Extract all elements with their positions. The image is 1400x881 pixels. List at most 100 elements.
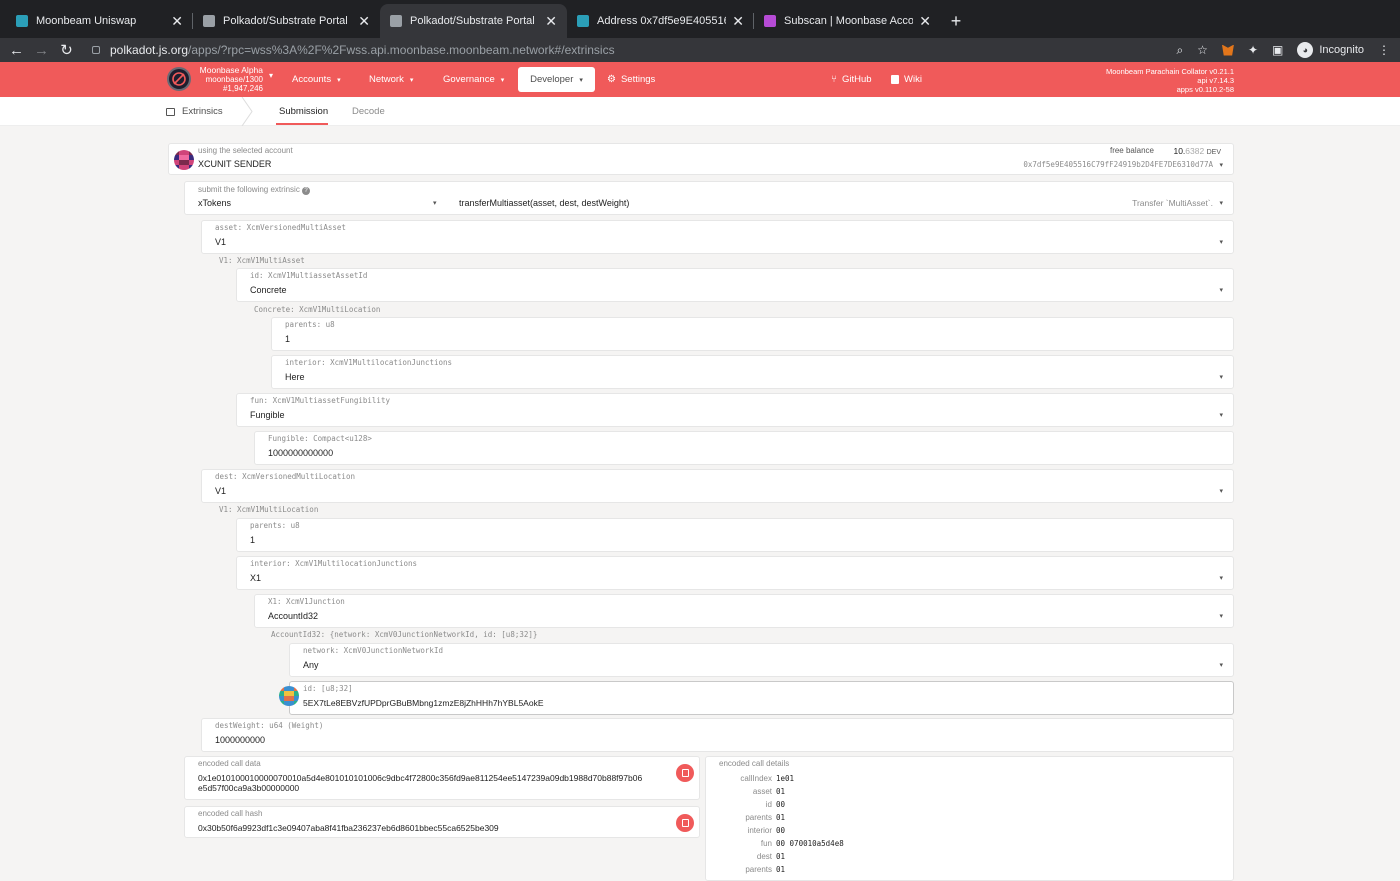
free-balance-value: 10.6382 DEV: [1173, 146, 1221, 156]
browser-tab-polkadot-portal-active[interactable]: Polkadot/Substrate Portal ✕: [380, 4, 567, 38]
account-selector[interactable]: using the selected account XCUNIT SENDER…: [168, 143, 1234, 175]
back-button[interactable]: ←: [4, 42, 29, 59]
metamask-fox-icon[interactable]: [1221, 44, 1234, 56]
balance-int: 10.: [1173, 146, 1186, 156]
pallet-dropdown[interactable]: xTokens: [198, 198, 231, 208]
field-value: 5EX7tLe8EBVzfUPDprGBuBMbng1zmzE8jZhHHh7h…: [303, 698, 544, 708]
account-name: XCUNIT SENDER: [198, 159, 272, 169]
new-tab-button[interactable]: +: [941, 4, 971, 38]
encoded-call-hash: encoded call hash 0x30b50f6a9923df1c3e09…: [184, 806, 700, 838]
detail-value: 01: [776, 865, 786, 874]
chain-selector[interactable]: Moonbase Alpha moonbase/1300 ▾ #1,947,24…: [199, 66, 273, 94]
interior-dropdown[interactable]: interior: XcmV1MultilocationJunctions He…: [271, 355, 1234, 389]
incognito-label: Incognito: [1319, 44, 1364, 56]
field-label: Fungible: Compact<u128>: [268, 434, 372, 443]
field-value: Here: [285, 372, 305, 382]
section-label: AccountId32: {network: XcmV0JunctionNetw…: [271, 630, 538, 639]
chain-spec: moonbase/1300 ▾: [205, 71, 273, 84]
link-wiki[interactable]: Wiki: [891, 62, 922, 97]
more-menu-icon[interactable]: ⋮: [1378, 43, 1390, 57]
moonbeam-favicon-icon: [16, 15, 28, 27]
copy-call-data-button[interactable]: [676, 764, 694, 782]
x1-junction-dropdown[interactable]: X1: XcmV1Junction AccountId32 ▾: [254, 594, 1234, 628]
close-tab-icon[interactable]: ✕: [732, 13, 744, 30]
menu-label: Wiki: [904, 74, 922, 85]
help-icon[interactable]: ?: [302, 187, 311, 195]
address-bar[interactable]: polkadot.js.org /apps/?rpc=wss%3A%2F%2Fw…: [86, 38, 1208, 62]
menu-network[interactable]: Network ▾: [369, 62, 413, 97]
bookmark-star-icon[interactable]: ☆: [1197, 43, 1208, 57]
dest-weight-input[interactable]: destWeight: u64 (Weight) 1000000000: [201, 718, 1234, 752]
settings-gear-icon: ⚙: [607, 74, 616, 85]
fun-dropdown[interactable]: fun: XcmV1MultiassetFungibility Fungible…: [236, 393, 1234, 427]
extrinsics-box-icon: [166, 107, 175, 116]
side-panel-icon[interactable]: ▣: [1272, 43, 1283, 57]
menu-label: Accounts: [292, 74, 332, 85]
close-tab-icon[interactable]: ✕: [358, 13, 370, 30]
network-dropdown[interactable]: network: XcmV0JunctionNetworkId Any ▾: [289, 643, 1234, 677]
menu-settings[interactable]: ⚙ Settings: [607, 62, 655, 97]
forward-button[interactable]: →: [29, 42, 54, 59]
field-label: destWeight: u64 (Weight): [215, 721, 324, 730]
github-fork-icon: ⑂: [831, 74, 837, 85]
polkadot-favicon-icon: [390, 15, 402, 27]
field-value: 1000000000: [215, 735, 266, 745]
link-github[interactable]: ⑂ GitHub: [831, 62, 872, 97]
free-balance-label: free balance: [1109, 146, 1154, 155]
field-value: Concrete: [250, 285, 287, 295]
method-dropdown[interactable]: transferMultiasset(asset, dest, destWeig…: [459, 198, 629, 208]
field-value: 1000000000000: [268, 448, 334, 458]
close-tab-icon[interactable]: ✕: [919, 13, 931, 30]
call-detail-row: fun 00 070010a5d4e8: [710, 839, 844, 848]
call-detail-row: callIndex 1e01: [710, 774, 794, 783]
search-icon[interactable]: ⌕: [1176, 43, 1183, 58]
close-tab-icon[interactable]: ✕: [171, 13, 183, 30]
copy-icon: [681, 769, 689, 777]
app-header: Moonbase Alpha moonbase/1300 ▾ #1,947,24…: [0, 62, 1400, 97]
chevron-down-icon: ▾: [1219, 575, 1223, 582]
reload-button[interactable]: ↻: [54, 41, 79, 59]
parents-input[interactable]: parents: u8 1: [271, 317, 1234, 351]
account-address: 0x7df5e9E405516C79fF24919b2D4FE7DE6310d7…: [1023, 160, 1213, 169]
menu-label: Developer: [530, 74, 574, 85]
encoded-call-details: encoded call details callIndex 1e01 asset…: [705, 756, 1234, 881]
encoded-call-hash-label: encoded call hash: [198, 809, 263, 818]
tab-decode[interactable]: Decode: [352, 97, 385, 126]
field-label: interior: XcmV1MultilocationJunctions: [250, 559, 418, 568]
call-detail-row: interior 00: [710, 826, 785, 835]
detail-key: callIndex: [740, 774, 772, 783]
extensions-puzzle-icon[interactable]: ✦: [1248, 43, 1258, 57]
menu-developer[interactable]: Developer ▾: [518, 67, 595, 92]
field-value: 1: [285, 334, 291, 344]
toolbar-icons: ⌕ ☆ ✦ ▣ ◕ Incognito ⋮: [1176, 38, 1390, 62]
tab-title: Subscan | Moonbase Account I: [784, 15, 914, 27]
browser-tab-moonbeam-uniswap[interactable]: Moonbeam Uniswap ✕: [6, 4, 193, 38]
asset-id-dropdown[interactable]: id: XcmV1MultiassetAssetId Concrete ▾: [236, 268, 1234, 302]
tab-title: Polkadot/Substrate Portal: [223, 15, 348, 27]
copy-call-hash-button[interactable]: [676, 814, 694, 832]
browser-tab-address[interactable]: Address 0x7df5e9E405516C7 ✕: [567, 4, 754, 38]
call-detail-row: dest 01: [710, 852, 785, 861]
browser-tab-subscan[interactable]: Subscan | Moonbase Account I ✕: [754, 4, 941, 38]
detail-key: asset: [752, 787, 772, 796]
dest-parents-input[interactable]: parents: u8 1: [236, 518, 1234, 552]
account-id-input[interactable]: id: [u8;32] 5EX7tLe8EBVzfUPDprGBuBMbng1z…: [289, 681, 1234, 715]
call-detail-row: id 00: [710, 800, 785, 809]
chain-logo-icon[interactable]: [167, 67, 191, 91]
menu-governance[interactable]: Governance ▾: [443, 62, 504, 97]
chevron-down-icon: ▾: [500, 76, 505, 84]
section-label: Concrete: XcmV1MultiLocation: [254, 305, 381, 314]
asset-dropdown[interactable]: asset: XcmVersionedMultiAsset V1 ▾: [201, 220, 1234, 254]
tab-submission[interactable]: Submission: [279, 97, 328, 126]
browser-tab-polkadot-portal-1[interactable]: Polkadot/Substrate Portal ✕: [193, 4, 380, 38]
account-label: using the selected account: [198, 146, 293, 155]
menu-accounts[interactable]: Accounts ▾: [292, 62, 341, 97]
close-tab-icon[interactable]: ✕: [545, 13, 557, 30]
field-label: X1: XcmV1Junction: [268, 597, 345, 606]
dest-interior-dropdown[interactable]: interior: XcmV1MultilocationJunctions X1…: [236, 556, 1234, 590]
incognito-profile-button[interactable]: ◕ Incognito: [1297, 42, 1364, 58]
polkadot-favicon-icon: [203, 15, 215, 27]
fungible-amount-input[interactable]: Fungible: Compact<u128> 1000000000000: [254, 431, 1234, 465]
detail-value: 01: [776, 813, 786, 822]
dest-dropdown[interactable]: dest: XcmVersionedMultiLocation V1 ▾: [201, 469, 1234, 503]
